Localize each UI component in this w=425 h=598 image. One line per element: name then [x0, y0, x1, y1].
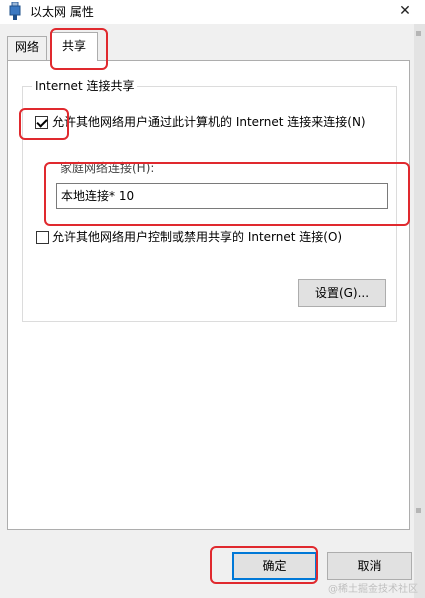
scroll-dot — [416, 508, 421, 513]
allow-control-label[interactable]: 允许其他网络用户控制或禁用共享的 Internet 连接(O) — [52, 229, 342, 245]
cancel-button[interactable]: 取消 — [327, 552, 412, 580]
ics-group-title: Internet 连接共享 — [32, 78, 138, 94]
ok-button[interactable]: 确定 — [232, 552, 317, 580]
title-bar: 以太网 属性 ✕ — [0, 0, 425, 24]
network-adapter-icon — [9, 2, 21, 20]
home-network-label: 家庭网络连接(H): — [60, 161, 155, 175]
close-icon[interactable]: ✕ — [392, 0, 418, 22]
scroll-dot — [416, 31, 421, 36]
watermark: @稀土掘金技术社区 — [328, 584, 418, 595]
home-network-combo[interactable]: 本地连接* 10 — [56, 183, 388, 209]
tab-network[interactable]: 网络 — [7, 36, 47, 60]
allow-share-checkbox[interactable] — [35, 116, 48, 129]
allow-share-label[interactable]: 允许其他网络用户通过此计算机的 Internet 连接来连接(N) — [52, 114, 366, 130]
window-title: 以太网 属性 — [30, 5, 94, 19]
tab-sharing[interactable]: 共享 — [50, 32, 98, 61]
allow-control-checkbox[interactable] — [36, 231, 49, 244]
settings-button[interactable]: 设置(G)... — [298, 279, 386, 307]
